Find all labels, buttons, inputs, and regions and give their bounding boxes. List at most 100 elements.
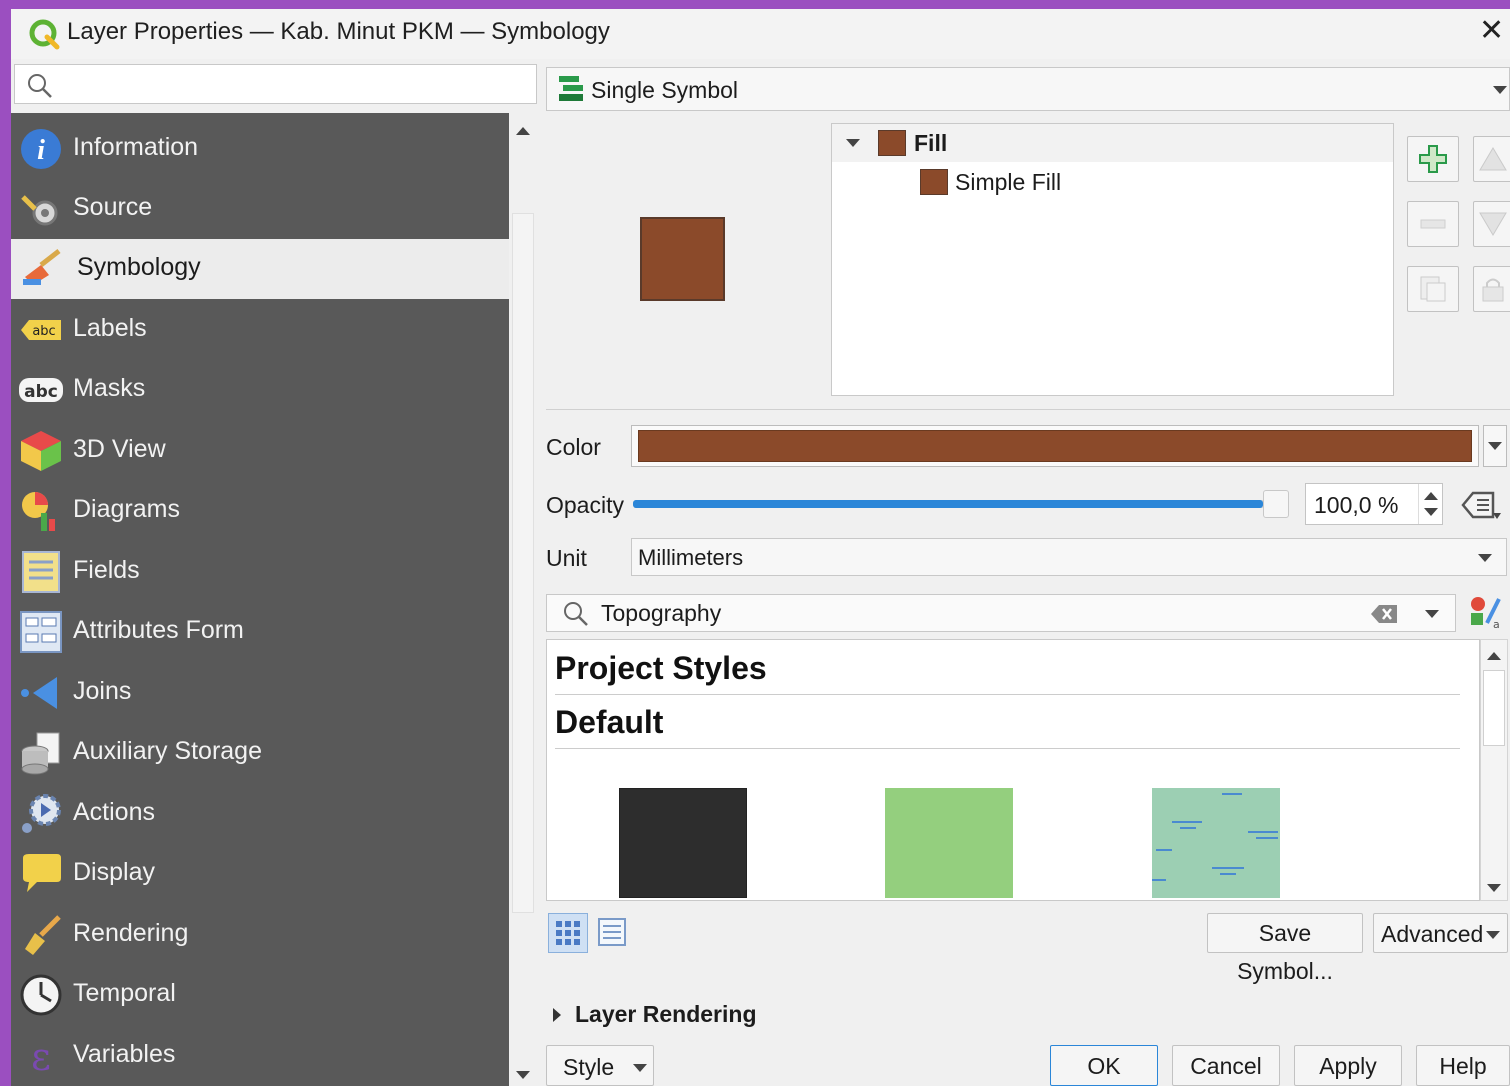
close-icon[interactable]: ✕ xyxy=(1479,15,1504,47)
scroll-up-icon[interactable] xyxy=(1487,652,1501,660)
sidebar-item-masks[interactable]: abc Masks xyxy=(11,360,509,420)
move-up-button[interactable] xyxy=(1473,136,1510,182)
slider-handle[interactable] xyxy=(1263,490,1289,518)
single-symbol-icon xyxy=(559,76,583,101)
sidebar-item-symbology[interactable]: Symbology xyxy=(11,239,509,299)
minus-icon xyxy=(1420,219,1446,229)
symbology-icon xyxy=(23,249,61,285)
symbol-swatch-water[interactable] xyxy=(1152,788,1280,898)
color-button[interactable] xyxy=(631,425,1479,467)
attributes-form-icon xyxy=(20,611,62,653)
sidebar-item-display[interactable]: Display xyxy=(11,844,509,904)
sidebar: i Information Source Symbology abc Label… xyxy=(11,113,509,1086)
chevron-down-icon xyxy=(633,1064,647,1072)
symbol-swatch-green[interactable] xyxy=(885,788,1013,898)
scroll-thumb[interactable] xyxy=(512,213,534,913)
tree-row-simple-fill[interactable]: Simple Fill xyxy=(832,164,1393,202)
scroll-down-icon[interactable] xyxy=(1487,884,1501,892)
advanced-button[interactable]: Advanced xyxy=(1373,913,1508,953)
masks-icon: abc xyxy=(19,378,63,402)
qgis-logo-icon xyxy=(29,19,60,50)
variables-icon: ε xyxy=(31,1035,51,1078)
slider-fill xyxy=(633,500,1263,508)
svg-text:abc: abc xyxy=(24,382,58,402)
sidebar-item-fields[interactable]: Fields xyxy=(11,542,509,602)
scroll-thumb[interactable] xyxy=(1483,670,1505,746)
info-icon: i xyxy=(21,129,61,169)
clear-text-icon[interactable] xyxy=(1369,603,1399,625)
sidebar-item-variables[interactable]: ε Variables xyxy=(11,1026,509,1086)
chevron-down-icon xyxy=(1488,442,1502,450)
list-view-button[interactable] xyxy=(593,913,633,953)
window-title: Layer Properties — Kab. Minut PKM — Symb… xyxy=(67,18,610,45)
sidebar-item-diagrams[interactable]: Diagrams xyxy=(11,481,509,541)
3d-view-icon xyxy=(21,431,61,471)
sidebar-item-source[interactable]: Source xyxy=(11,179,509,239)
list-view-icon xyxy=(598,918,626,946)
library-scrollbar[interactable] xyxy=(1480,639,1508,901)
add-layer-button[interactable] xyxy=(1407,136,1459,182)
data-defined-override-icon[interactable] xyxy=(1459,487,1503,523)
svg-text:a: a xyxy=(1493,618,1500,629)
sidebar-item-rendering[interactable]: Rendering xyxy=(11,905,509,965)
lock-layer-button[interactable] xyxy=(1473,266,1510,312)
simple-fill-color-icon xyxy=(920,169,948,195)
save-symbol-button[interactable]: Save Symbol... xyxy=(1207,913,1363,984)
opacity-slider[interactable] xyxy=(633,490,1289,518)
icon-view-button[interactable] xyxy=(548,913,588,953)
svg-text:i: i xyxy=(37,135,45,166)
chevron-down-icon xyxy=(1478,554,1492,562)
arrow-down-icon xyxy=(1479,212,1507,236)
tree-row-fill[interactable]: Fill xyxy=(832,124,1393,162)
display-icon xyxy=(23,854,61,892)
ok-button[interactable]: OK xyxy=(1050,1045,1158,1086)
color-dropdown-button[interactable] xyxy=(1483,425,1507,467)
fields-icon xyxy=(22,551,60,593)
sidebar-item-temporal[interactable]: Temporal xyxy=(11,965,509,1025)
scroll-down-icon[interactable] xyxy=(516,1071,530,1079)
opacity-spinbox[interactable]: 100,0 % xyxy=(1305,483,1443,525)
labels-icon: abc xyxy=(21,320,61,340)
sidebar-item-labels[interactable]: abc Labels xyxy=(11,300,509,360)
layer-properties-window: Layer Properties — Kab. Minut PKM — Symb… xyxy=(11,9,1510,1086)
spin-up-icon[interactable] xyxy=(1424,492,1438,500)
sidebar-scrollbar[interactable] xyxy=(509,113,537,1086)
sidebar-item-information[interactable]: i Information xyxy=(11,119,509,179)
apply-button[interactable]: Apply xyxy=(1294,1045,1402,1086)
renderer-select[interactable]: Single Symbol xyxy=(546,67,1510,111)
grid-view-icon xyxy=(556,921,580,945)
arrow-up-icon xyxy=(1479,147,1507,171)
symbol-search-input[interactable]: Topography xyxy=(546,594,1456,632)
layer-rendering-toggle[interactable]: Layer Rendering xyxy=(551,1001,811,1031)
diagrams-icon xyxy=(22,492,55,531)
remove-layer-button[interactable] xyxy=(1407,201,1459,247)
rendering-icon xyxy=(25,915,61,955)
sidebar-item-joins[interactable]: Joins xyxy=(11,663,509,723)
spin-arrows[interactable] xyxy=(1418,484,1442,524)
spin-down-icon[interactable] xyxy=(1424,508,1438,516)
expand-icon[interactable] xyxy=(846,139,860,147)
style-manager-icon[interactable]: a xyxy=(1469,595,1501,629)
group-default: Default xyxy=(555,704,664,740)
fill-color-icon xyxy=(878,130,906,156)
symbol-swatch-dark[interactable] xyxy=(619,788,747,898)
divider xyxy=(546,409,1510,410)
joins-icon xyxy=(21,677,57,709)
move-down-button[interactable] xyxy=(1473,201,1510,247)
divider xyxy=(555,694,1460,695)
sidebar-item-auxiliary-storage[interactable]: Auxiliary Storage xyxy=(11,723,509,783)
sidebar-item-actions[interactable]: Actions xyxy=(11,784,509,844)
temporal-icon xyxy=(20,974,62,1016)
symbol-preview-fill xyxy=(642,219,723,299)
unit-select[interactable]: Millimeters xyxy=(631,538,1507,576)
style-button[interactable]: Style xyxy=(546,1045,654,1086)
scroll-up-icon[interactable] xyxy=(516,127,530,135)
chevron-down-icon[interactable] xyxy=(1425,610,1439,618)
duplicate-layer-button[interactable] xyxy=(1407,266,1459,312)
sidebar-item-attributes-form[interactable]: Attributes Form xyxy=(11,602,509,662)
plus-icon xyxy=(1419,145,1447,173)
cancel-button[interactable]: Cancel xyxy=(1172,1045,1280,1086)
sidebar-item-3d-view[interactable]: 3D View xyxy=(11,421,509,481)
sidebar-search-input[interactable] xyxy=(14,64,537,104)
help-button[interactable]: Help xyxy=(1416,1045,1510,1086)
